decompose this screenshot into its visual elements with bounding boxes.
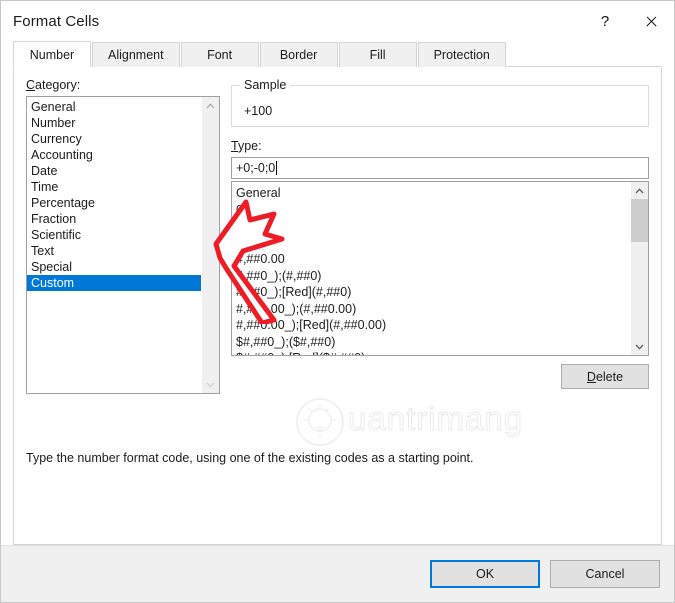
delete-row: Delete — [231, 364, 649, 389]
tab-protection[interactable]: Protection — [417, 42, 506, 67]
type-listbox[interactable]: General 0 0.00 #,##0 #,##0.00 #,##0_);(#,##0)… — [231, 181, 649, 356]
category-item[interactable]: Date — [27, 163, 202, 179]
category-section: Category: General Number Currency Accountin… — [26, 78, 220, 394]
category-item[interactable]: Custom — [27, 275, 202, 291]
type-item[interactable]: #,##0.00 — [232, 251, 631, 268]
type-item[interactable]: #,##0_);(#,##0) — [232, 268, 631, 285]
tab-fill[interactable]: Fill — [338, 42, 417, 67]
close-button[interactable] — [628, 1, 674, 41]
category-item[interactable]: General — [27, 99, 202, 115]
delete-button[interactable]: Delete — [561, 364, 649, 389]
type-item[interactable]: $#,##0_);($#,##0) — [232, 334, 631, 351]
type-item[interactable]: #,##0.00_);(#,##0.00) — [232, 301, 631, 318]
category-label: Category: — [26, 78, 81, 92]
scroll-thumb[interactable] — [631, 199, 648, 242]
help-text: Type the number format code, using one o… — [26, 451, 474, 465]
type-item[interactable]: 0 — [232, 202, 631, 219]
category-item[interactable]: Scientific — [27, 227, 202, 243]
type-item[interactable]: $#,##0_);[Red]($#,##0) — [232, 350, 631, 355]
tab-strip-filler — [506, 42, 662, 67]
category-item[interactable]: Number — [27, 115, 202, 131]
close-icon — [645, 15, 658, 28]
dialog-footer: OK Cancel — [1, 545, 674, 602]
tab-strip: Number Alignment Font Border Fill Protec… — [13, 41, 662, 68]
sample-value: +100 — [244, 104, 273, 118]
scroll-down-icon[interactable] — [631, 338, 648, 355]
format-cells-dialog: Format Cells ? Number Alignment Font Bor… — [0, 0, 675, 603]
format-section: Sample +100 Type: +0;-0;0 General 0 0.00 #,… — [231, 78, 649, 389]
category-item[interactable]: Fraction — [27, 211, 202, 227]
sample-groupbox: Sample +100 — [231, 78, 649, 127]
tab-label: Font — [207, 48, 233, 62]
scroll-up-icon[interactable] — [202, 97, 219, 114]
tab-border[interactable]: Border — [259, 42, 338, 67]
tab-label: Alignment — [108, 48, 164, 62]
category-scrollbar[interactable] — [201, 97, 219, 393]
type-item[interactable]: General — [232, 185, 631, 202]
category-listbox[interactable]: General Number Currency Accounting Date Time P… — [26, 96, 220, 394]
type-input[interactable]: +0;-0;0 — [231, 157, 649, 179]
title-bar: Format Cells ? — [1, 1, 674, 41]
number-tab-panel: Category: General Number Currency Accountin… — [13, 68, 662, 545]
tab-label: Protection — [433, 48, 490, 62]
help-icon[interactable]: ? — [582, 1, 628, 41]
tab-label: Border — [279, 48, 318, 62]
type-item[interactable]: #,##0.00_);[Red](#,##0.00) — [232, 317, 631, 334]
text-caret — [276, 161, 278, 175]
scroll-up-icon[interactable] — [631, 182, 648, 199]
category-item[interactable]: Accounting — [27, 147, 202, 163]
category-item[interactable]: Percentage — [27, 195, 202, 211]
tab-label: Fill — [369, 48, 386, 62]
type-input-value: +0;-0;0 — [236, 161, 276, 175]
category-item[interactable]: Currency — [27, 131, 202, 147]
category-items: General Number Currency Accounting Date Time P… — [27, 97, 202, 393]
type-scrollbar[interactable] — [630, 182, 648, 355]
scroll-down-icon[interactable] — [202, 376, 219, 393]
category-item[interactable]: Time — [27, 179, 202, 195]
title-bar-buttons: ? — [582, 1, 674, 41]
tab-label: Number — [29, 47, 75, 62]
type-items: General 0 0.00 #,##0 #,##0.00 #,##0_);(#,##0)… — [232, 182, 631, 355]
tab-alignment[interactable]: Alignment — [92, 42, 180, 67]
cancel-button[interactable]: Cancel — [550, 560, 660, 588]
type-item[interactable]: #,##0_);[Red](#,##0) — [232, 284, 631, 301]
tab-number[interactable]: Number — [13, 41, 91, 67]
type-item[interactable]: #,##0 — [232, 235, 631, 252]
ok-button[interactable]: OK — [430, 560, 540, 588]
type-label: Type: — [231, 139, 262, 153]
category-item[interactable]: Special — [27, 259, 202, 275]
sample-group-title: Sample — [240, 78, 291, 92]
tab-font[interactable]: Font — [180, 42, 259, 67]
category-item[interactable]: Text — [27, 243, 202, 259]
type-item[interactable]: 0.00 — [232, 218, 631, 235]
dialog-title: Format Cells — [13, 12, 100, 30]
